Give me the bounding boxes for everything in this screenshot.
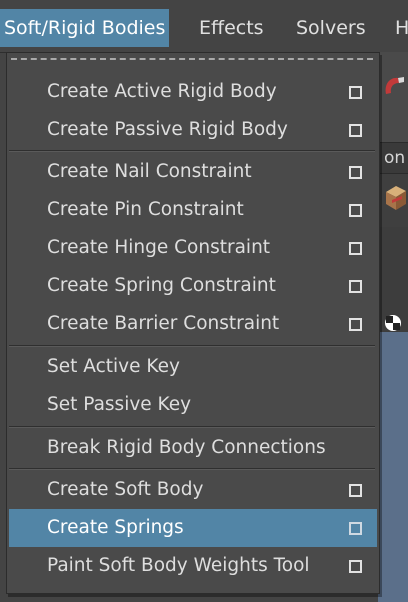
menu-item-create-active-rigid-body[interactable]: Create Active Rigid Body <box>9 73 377 111</box>
box-icon[interactable] <box>382 178 408 216</box>
option-box-icon[interactable] <box>349 522 362 535</box>
menu-separator <box>9 426 375 428</box>
menu-item-create-hinge-constraint[interactable]: Create Hinge Constraint <box>9 229 377 267</box>
tear-off-line[interactable] <box>11 58 373 60</box>
menu-item-set-active-key[interactable]: Set Active Key <box>9 348 377 386</box>
magnet-icon[interactable] <box>382 74 408 98</box>
menu-bar: Soft/Rigid Bodies Effects Solvers H <box>0 0 408 53</box>
option-box-icon[interactable] <box>349 242 362 255</box>
menu-item-label: Create Hinge Constraint <box>47 237 271 258</box>
menu-item-label: Set Active Key <box>47 356 180 377</box>
menu-item-label: Create Soft Body <box>47 479 204 500</box>
menu-item-create-pin-constraint[interactable]: Create Pin Constraint <box>9 191 377 229</box>
menu-item-create-spring-constraint[interactable]: Create Spring Constraint <box>9 267 377 305</box>
option-box-icon[interactable] <box>349 204 362 217</box>
option-box-icon[interactable] <box>349 166 362 179</box>
menu-item-set-passive-key[interactable]: Set Passive Key <box>9 386 377 424</box>
menu-help[interactable]: H <box>395 9 408 47</box>
menu-separator <box>9 468 375 470</box>
menu-soft-rigid-bodies[interactable]: Soft/Rigid Bodies <box>0 9 170 47</box>
option-box-icon[interactable] <box>349 124 362 137</box>
menu-item-create-springs[interactable]: Create Springs <box>9 509 377 547</box>
soft-rigid-bodies-dropdown: Create Active Rigid Body Create Passive … <box>6 52 380 594</box>
menu-item-create-nail-constraint[interactable]: Create Nail Constraint <box>9 153 377 191</box>
menu-item-create-soft-body[interactable]: Create Soft Body <box>9 471 377 509</box>
menu-item-label: Set Passive Key <box>47 394 192 415</box>
checker-icon <box>385 315 401 331</box>
menu-item-label: Break Rigid Body Connections <box>47 437 326 458</box>
menu-effects[interactable]: Effects <box>199 9 264 47</box>
menu-item-label: Paint Soft Body Weights Tool <box>47 555 310 576</box>
menu-item-label: Create Pin Constraint <box>47 199 244 220</box>
option-box-icon[interactable] <box>349 318 362 331</box>
menu-item-label: Create Spring Constraint <box>47 275 276 296</box>
option-box-icon[interactable] <box>349 280 362 293</box>
option-box-icon[interactable] <box>349 484 362 497</box>
menu-item-label: Create Active Rigid Body <box>47 81 277 102</box>
viewport[interactable] <box>378 332 408 602</box>
menu-solvers[interactable]: Solvers <box>296 9 366 47</box>
background-field-text: on <box>384 148 406 168</box>
menu-item-paint-soft-body-weights-tool[interactable]: Paint Soft Body Weights Tool <box>9 547 377 585</box>
menu-item-break-rigid-body-connections[interactable]: Break Rigid Body Connections <box>9 429 377 467</box>
menu-item-create-passive-rigid-body[interactable]: Create Passive Rigid Body <box>9 111 377 149</box>
option-box-icon[interactable] <box>349 86 362 99</box>
menu-item-label: Create Springs <box>47 517 184 538</box>
menu-item-create-barrier-constraint[interactable]: Create Barrier Constraint <box>9 305 377 343</box>
menu-item-label: Create Passive Rigid Body <box>47 119 288 140</box>
menu-separator <box>9 150 375 152</box>
menu-item-label: Create Barrier Constraint <box>47 313 280 334</box>
menu-separator <box>9 345 375 347</box>
menu-item-label: Create Nail Constraint <box>47 161 252 182</box>
option-box-icon[interactable] <box>349 560 362 573</box>
